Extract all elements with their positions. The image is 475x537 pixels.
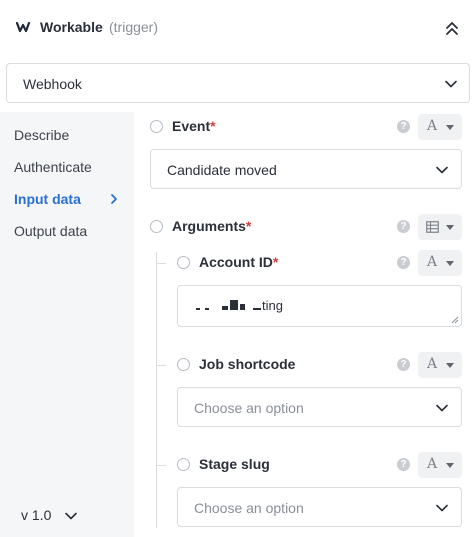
job-shortcode-placeholder: Choose an option bbox=[194, 400, 304, 416]
tree-connector bbox=[156, 263, 166, 264]
arguments-label: Arguments* bbox=[172, 218, 252, 234]
chevron-down-icon bbox=[436, 504, 448, 512]
caret-down-icon bbox=[446, 363, 454, 368]
trigger-tag: (trigger) bbox=[109, 19, 159, 35]
job-shortcode-select[interactable]: Choose an option bbox=[177, 387, 462, 427]
redacted-text bbox=[196, 308, 200, 310]
sidebar-item-output-data[interactable]: Output data bbox=[14, 223, 87, 239]
text-type-icon: A bbox=[427, 456, 438, 472]
help-icon[interactable]: ? bbox=[397, 358, 410, 371]
type-toggle-button[interactable]: A bbox=[418, 452, 462, 478]
job-shortcode-label: Job shortcode bbox=[199, 356, 296, 372]
account-id-label: Account ID* bbox=[199, 254, 279, 270]
tree-connector bbox=[156, 252, 157, 528]
double-chevron-up-icon[interactable] bbox=[442, 19, 462, 39]
type-toggle-button[interactable]: A bbox=[418, 352, 462, 378]
redacted-text bbox=[253, 308, 261, 310]
version-label[interactable]: v 1.0 bbox=[21, 507, 51, 523]
workable-logo-icon bbox=[16, 21, 31, 33]
webhook-select-value: Webhook bbox=[23, 76, 82, 92]
account-id-radio[interactable] bbox=[177, 256, 190, 269]
sidebar-item-input-data[interactable]: Input data bbox=[14, 191, 81, 207]
sidebar-item-authenticate[interactable]: Authenticate bbox=[14, 159, 92, 175]
type-toggle-button[interactable] bbox=[418, 214, 462, 240]
help-icon[interactable]: ? bbox=[397, 458, 410, 471]
type-toggle-button[interactable]: A bbox=[418, 114, 462, 140]
text-type-icon: A bbox=[427, 356, 438, 372]
tree-connector bbox=[156, 365, 166, 366]
chevron-down-icon[interactable] bbox=[64, 509, 78, 523]
webhook-select[interactable]: Webhook bbox=[6, 63, 470, 103]
required-mark: * bbox=[210, 118, 216, 134]
account-id-value: ting bbox=[262, 298, 283, 313]
job-shortcode-radio[interactable] bbox=[177, 358, 190, 371]
event-radio[interactable] bbox=[150, 120, 163, 133]
redacted-text bbox=[230, 300, 238, 310]
caret-down-icon bbox=[446, 463, 454, 468]
chevron-right-icon bbox=[111, 194, 117, 204]
table-icon bbox=[426, 221, 439, 233]
event-label: Event* bbox=[172, 118, 216, 134]
app-header: Workable (trigger) bbox=[0, 0, 475, 56]
caret-down-icon bbox=[446, 225, 454, 230]
chevron-down-icon bbox=[436, 166, 448, 174]
event-select-value: Candidate moved bbox=[167, 162, 277, 178]
caret-down-icon bbox=[446, 261, 454, 266]
text-type-icon: A bbox=[427, 254, 438, 270]
arguments-radio[interactable] bbox=[150, 220, 163, 233]
redacted-text bbox=[205, 308, 209, 310]
help-icon[interactable]: ? bbox=[397, 256, 410, 269]
required-mark: * bbox=[272, 254, 279, 270]
type-toggle-button[interactable]: A bbox=[418, 250, 462, 276]
help-icon[interactable]: ? bbox=[397, 120, 410, 133]
text-type-icon: A bbox=[427, 118, 438, 134]
stage-slug-label: Stage slug bbox=[199, 456, 270, 472]
caret-down-icon bbox=[446, 125, 454, 130]
required-mark: * bbox=[245, 218, 252, 234]
account-id-input[interactable]: ting bbox=[177, 285, 462, 327]
stage-slug-radio[interactable] bbox=[177, 458, 190, 471]
tree-connector bbox=[156, 465, 166, 466]
redacted-text bbox=[240, 304, 245, 310]
redacted-text bbox=[222, 306, 228, 310]
sidebar bbox=[0, 112, 134, 537]
chevron-down-icon bbox=[436, 404, 448, 412]
sidebar-item-describe[interactable]: Describe bbox=[14, 127, 69, 143]
stage-slug-select[interactable]: Choose an option bbox=[177, 487, 462, 527]
help-icon[interactable]: ? bbox=[397, 220, 410, 233]
event-select[interactable]: Candidate moved bbox=[150, 149, 462, 189]
resize-handle-icon[interactable] bbox=[451, 316, 459, 324]
stage-slug-placeholder: Choose an option bbox=[194, 500, 304, 516]
chevron-down-icon bbox=[445, 80, 457, 88]
app-name: Workable bbox=[40, 19, 103, 35]
